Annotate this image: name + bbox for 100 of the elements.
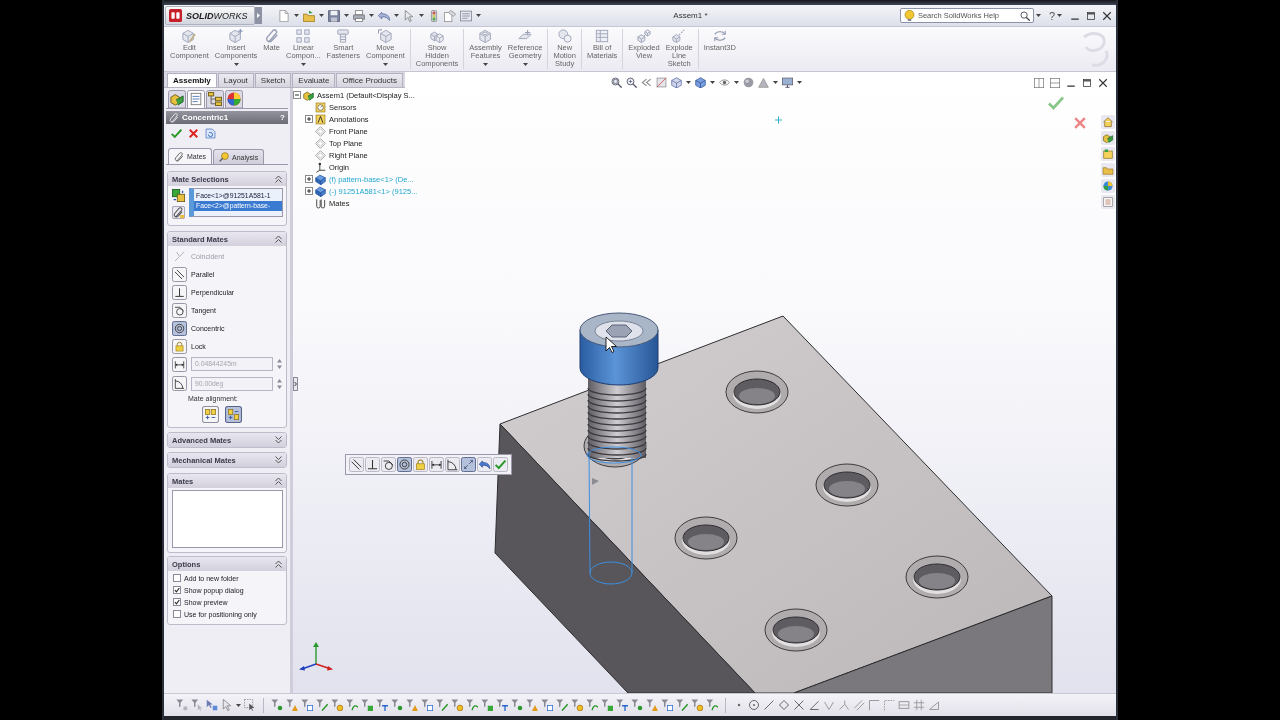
list-sheet-icon[interactable]: [1101, 195, 1115, 209]
double-chevron-icon[interactable]: [641, 77, 652, 88]
monitor-icon[interactable]: [782, 77, 793, 88]
caret-icon[interactable]: [236, 703, 241, 707]
eye-icon[interactable]: [719, 77, 730, 88]
parallel-lines-icon[interactable]: [853, 699, 865, 711]
caret-icon[interactable]: [1057, 14, 1062, 17]
funnel-square-icon[interactable]: [601, 699, 613, 711]
collapse-chevron-icon[interactable]: [275, 175, 282, 183]
funnel-triangle-icon[interactable]: [526, 699, 538, 711]
triangle-icon[interactable]: [928, 699, 940, 711]
mates-list-box[interactable]: [172, 490, 283, 548]
angle-icon[interactable]: [445, 457, 460, 472]
command-tab[interactable]: Sketch: [254, 73, 292, 87]
expand-chevron-icon[interactable]: [275, 436, 282, 444]
perpendicular-icon[interactable]: [365, 457, 380, 472]
tree-diagram-tab-icon[interactable]: [206, 90, 224, 108]
expand-box-icon[interactable]: [305, 115, 313, 123]
funnel-pointer-icon[interactable]: [191, 699, 203, 711]
concentric-icon[interactable]: [172, 320, 187, 336]
cubes-tab-icon[interactable]: [168, 90, 186, 108]
branch-icon[interactable]: [838, 699, 850, 711]
caret-icon[interactable]: [394, 14, 399, 17]
funnel-tee-icon[interactable]: [496, 699, 508, 711]
caret-icon[interactable]: [483, 63, 489, 66]
caret-icon[interactable]: [369, 14, 374, 17]
funnel-curve-icon[interactable]: [466, 699, 478, 711]
distance-icon[interactable]: [172, 356, 187, 372]
home-icon[interactable]: [1101, 115, 1115, 129]
search-icon[interactable]: [1019, 10, 1030, 21]
close-icon[interactable]: [1102, 10, 1112, 21]
help-button[interactable]: ?: [1046, 9, 1057, 22]
funnel-line-icon[interactable]: [556, 699, 568, 711]
parallel-icon[interactable]: [349, 457, 364, 472]
cancel-x-icon[interactable]: [188, 128, 199, 139]
funnel-square-icon[interactable]: [481, 699, 493, 711]
angle-icon[interactable]: [172, 376, 187, 391]
box-select-icon[interactable]: [244, 699, 256, 711]
funnel-tee-icon[interactable]: [376, 699, 388, 711]
zoom-fit-icon[interactable]: [611, 77, 622, 88]
funnel-dot-icon[interactable]: [511, 699, 523, 711]
collapse-chevron-icon[interactable]: [275, 560, 282, 568]
grid-icon[interactable]: [913, 699, 925, 711]
pointer-square-icon[interactable]: [206, 699, 218, 711]
command-tab[interactable]: Evaluate: [292, 73, 336, 87]
checkbox[interactable]: [173, 586, 181, 594]
funnel-frame-icon[interactable]: [661, 699, 673, 711]
caret-icon[interactable]: [382, 63, 388, 66]
printer-icon[interactable]: [353, 9, 365, 22]
shaded-cube-icon[interactable]: [695, 77, 706, 88]
funnel-line-icon[interactable]: [316, 699, 328, 711]
segmented-ball-icon[interactable]: [1101, 179, 1115, 193]
checkbox[interactable]: [173, 610, 181, 618]
rectangle-icon[interactable]: [898, 699, 910, 711]
paperclip-select-icon[interactable]: [172, 206, 185, 219]
caret-icon[interactable]: [300, 63, 306, 66]
cross-icon[interactable]: [793, 699, 805, 711]
funnel-circle-icon[interactable]: [571, 699, 583, 711]
funnel-curve-icon[interactable]: [346, 699, 358, 711]
list-sheet-tab-icon[interactable]: [187, 90, 205, 108]
parallel-icon[interactable]: [172, 266, 187, 282]
funnel-circle-icon[interactable]: [691, 699, 703, 711]
funnel-dot-icon[interactable]: [631, 699, 643, 711]
aligned-icon[interactable]: [202, 406, 219, 423]
tile-horizontal-icon[interactable]: [1050, 78, 1060, 88]
cubes-icon[interactable]: [1101, 131, 1115, 145]
folder-icon[interactable]: [1101, 163, 1115, 177]
funnel-square-icon[interactable]: [361, 699, 373, 711]
confirm-cancel-icon[interactable]: [1073, 116, 1087, 130]
funnel-circle-icon[interactable]: [451, 699, 463, 711]
pie-chart-tab-icon[interactable]: [225, 90, 243, 108]
caret-icon[interactable]: [344, 14, 349, 17]
caret-icon[interactable]: [294, 14, 299, 17]
confirm-check-icon[interactable]: [1048, 95, 1064, 111]
spinner-icon[interactable]: [277, 358, 282, 370]
close-icon[interactable]: [1098, 78, 1108, 88]
overlapping-squares-icon[interactable]: [172, 189, 185, 202]
caret-icon[interactable]: [773, 81, 778, 84]
funnel-frame-icon[interactable]: [421, 699, 433, 711]
caret-icon[interactable]: [319, 14, 324, 17]
anti-aligned-icon[interactable]: [225, 406, 242, 423]
diamond-icon[interactable]: [778, 699, 790, 711]
tile-vertical-icon[interactable]: [1034, 78, 1044, 88]
caret-icon[interactable]: [233, 63, 239, 66]
sphere-icon[interactable]: [743, 77, 754, 88]
traffic-light-icon[interactable]: [428, 9, 440, 22]
triangle-icon[interactable]: [758, 77, 769, 88]
page-circular-arrow-icon[interactable]: [205, 128, 216, 139]
folder-tab-icon[interactable]: [1101, 147, 1115, 161]
funnel-triangle-icon[interactable]: [646, 699, 658, 711]
view-cube-icon[interactable]: [671, 77, 682, 88]
check-icon[interactable]: [493, 457, 508, 472]
expand-chevron-icon[interactable]: [275, 456, 282, 464]
undo-arrow-icon[interactable]: [477, 457, 492, 472]
distance-icon[interactable]: [429, 457, 444, 472]
funnel-triangle-icon[interactable]: [286, 699, 298, 711]
funnel-frame-icon[interactable]: [301, 699, 313, 711]
app-logo-button[interactable]: SOLIDWORKS: [165, 6, 255, 25]
collapse-chevron-icon[interactable]: [275, 235, 282, 243]
help-button[interactable]: ?: [280, 112, 285, 123]
